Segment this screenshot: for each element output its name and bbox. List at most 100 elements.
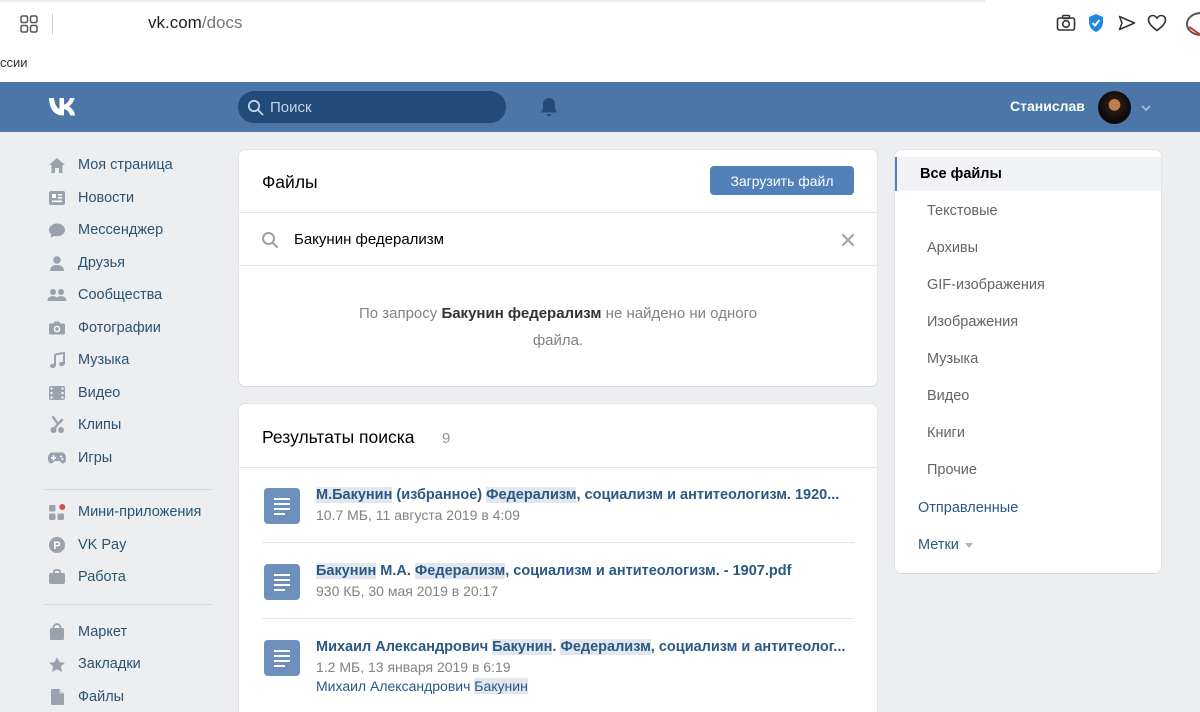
bookmark-item[interactable]: ссии — [0, 55, 28, 70]
nav-item-video[interactable]: Видео — [44, 379, 219, 407]
nav-item-my-page[interactable]: Моя страница — [44, 151, 219, 179]
filter-sent[interactable]: Отправленные — [895, 491, 1161, 525]
header-username[interactable]: Станислав — [1010, 98, 1085, 114]
nav-label: Маркет — [78, 624, 128, 640]
nav-item-music[interactable]: Музыка — [44, 346, 219, 374]
messenger-icon — [46, 219, 68, 241]
title-part: , социализм и антитеолог... — [650, 639, 846, 655]
nav-label: Игры — [78, 450, 113, 466]
empty-prefix: По запросу — [358, 305, 442, 322]
filter-other[interactable]: Прочие — [895, 453, 1161, 487]
files-search-input[interactable] — [294, 224, 814, 254]
filter-video[interactable]: Видео — [895, 379, 1161, 413]
nav-item-friends[interactable]: Друзья — [44, 249, 219, 277]
global-search[interactable] — [238, 91, 506, 123]
result-divider — [262, 618, 854, 619]
nav-divider — [44, 489, 212, 490]
filter-all-files[interactable]: Все файлы — [895, 157, 1161, 191]
filter-label: GIF-изображения — [927, 277, 1045, 293]
document-icon — [264, 640, 300, 676]
home-icon — [46, 154, 68, 176]
briefcase-icon — [46, 566, 68, 588]
filter-label: Изображения — [927, 314, 1019, 330]
nav-label: Друзья — [78, 255, 126, 271]
filter-music[interactable]: Музыка — [895, 342, 1161, 376]
files-card: Файлы Загрузить файл По запросу Бакунин … — [239, 150, 877, 386]
star-icon — [46, 653, 68, 675]
global-search-input[interactable] — [270, 91, 490, 123]
filter-images[interactable]: Изображения — [895, 305, 1161, 339]
result-title[interactable]: Михаил Александрович Бакунин. Федерализм… — [316, 639, 845, 655]
result-title[interactable]: Бакунин М.А. Федерализм, социализм и ант… — [316, 563, 791, 579]
empty-suffix: не найдено ни одного — [601, 305, 758, 322]
friends-icon — [46, 252, 68, 274]
nav-label: Видео — [78, 385, 121, 401]
nav-label: Моя страница — [78, 157, 173, 173]
filter-books[interactable]: Книги — [895, 416, 1161, 450]
empty-query: Бакунин федерализм — [441, 305, 602, 322]
file-filter-menu: Все файлы Текстовые Архивы GIF-изображен… — [895, 150, 1161, 573]
shield-check-icon[interactable] — [1085, 12, 1107, 34]
browser-toolbar: vk.com/docs — [0, 0, 1200, 48]
nav-item-vkpay[interactable]: P VK Pay — [44, 531, 219, 559]
nav-label: Мини-приложения — [78, 504, 202, 520]
nav-item-photos[interactable]: Фотографии — [44, 314, 219, 342]
result-meta: 930 КБ, 30 мая 2019 в 20:17 — [316, 583, 499, 599]
url-path: /docs — [201, 13, 243, 32]
search-icon — [247, 99, 264, 116]
nav-item-messenger[interactable]: Мессенджер — [44, 216, 219, 244]
nav-item-news[interactable]: Новости — [44, 184, 219, 212]
nav-item-jobs[interactable]: Работа — [44, 563, 219, 591]
vk-logo-icon[interactable] — [47, 95, 87, 119]
market-bag-icon — [46, 621, 68, 643]
vkpay-icon: P — [46, 534, 68, 556]
nav-item-bookmarks[interactable]: Закладки — [44, 650, 219, 678]
empty-results-message: По запросу Бакунин федерализм не найдено… — [239, 300, 877, 354]
nav-label: Закладки — [78, 656, 141, 672]
nav-item-games[interactable]: Игры — [44, 444, 219, 472]
svg-text:P: P — [53, 540, 60, 552]
title-part: Михаил Александрович — [316, 639, 493, 655]
notifications-bell-icon[interactable] — [538, 96, 560, 118]
close-icon[interactable] — [840, 232, 856, 248]
filter-label: Метки — [918, 537, 959, 553]
nav-item-market[interactable]: Маркет — [44, 618, 219, 646]
communities-icon — [46, 284, 68, 306]
title-part: , социализм и антитеологизм. 1920... — [576, 487, 840, 503]
nav-item-communities[interactable]: Сообщества — [44, 281, 219, 309]
nav-label: Фотографии — [78, 320, 161, 336]
divider — [239, 265, 877, 266]
divider — [239, 212, 877, 213]
nav-item-files[interactable]: Файлы — [44, 683, 219, 711]
filter-label: Видео — [927, 388, 970, 404]
nav-item-mini-apps[interactable]: Мини-приложения — [44, 498, 219, 526]
nav-item-clips[interactable]: Клипы — [44, 411, 219, 439]
result-author[interactable]: Михаил Александрович Бакунин — [316, 678, 528, 694]
bookmarks-bar: ссии — [0, 48, 1200, 128]
chevron-down-icon[interactable] — [1140, 102, 1152, 114]
title-part: Федерализм — [560, 639, 651, 655]
clips-icon — [46, 414, 68, 436]
filter-archives[interactable]: Архивы — [895, 231, 1161, 265]
results-count: 9 — [442, 430, 451, 447]
empty-line2: файла. — [532, 332, 584, 349]
file-icon — [46, 686, 68, 708]
filter-label: Архивы — [927, 240, 979, 256]
heart-icon[interactable] — [1146, 12, 1168, 34]
title-part: Бакунин — [316, 563, 377, 579]
avatar[interactable] — [1098, 91, 1131, 124]
screenshot-camera-icon[interactable] — [1055, 12, 1077, 34]
apps-grid-icon[interactable] — [20, 15, 38, 33]
filter-tags[interactable]: Метки — [895, 528, 1161, 562]
nav-label: Работа — [78, 569, 126, 585]
page-title: Файлы — [262, 172, 318, 192]
upload-file-button[interactable]: Загрузить файл — [710, 166, 854, 195]
title-part: Бакунин — [492, 639, 553, 655]
document-icon — [264, 564, 300, 600]
send-arrow-icon[interactable] — [1116, 12, 1138, 34]
result-title[interactable]: М.Бакунин (избранное) Федерализм, социал… — [316, 487, 839, 503]
filter-gif[interactable]: GIF-изображения — [895, 268, 1161, 302]
address-bar[interactable]: vk.com/docs — [148, 13, 242, 33]
filter-text[interactable]: Текстовые — [895, 194, 1161, 228]
nav-label: Мессенджер — [78, 222, 164, 238]
